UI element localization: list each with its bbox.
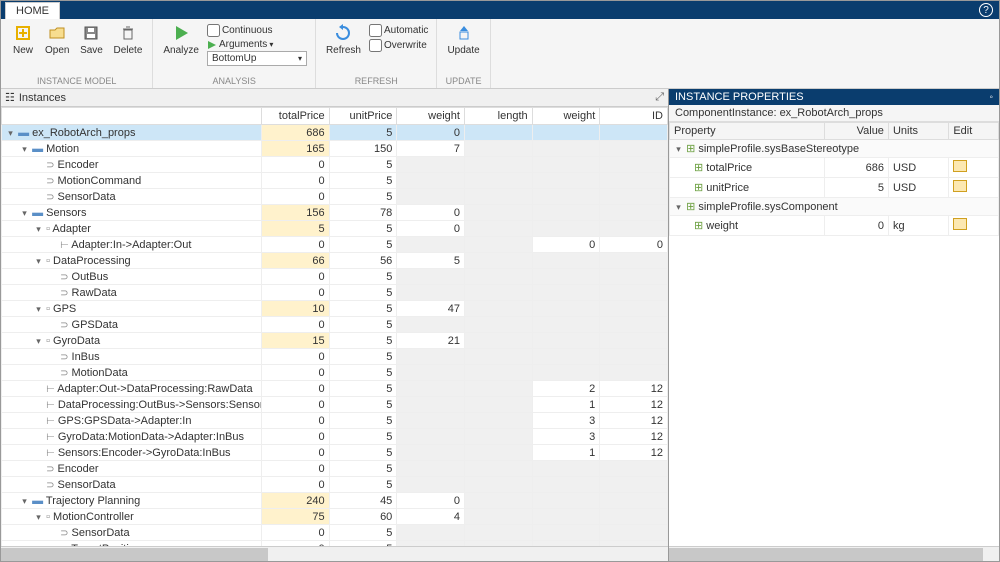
properties-close-icon[interactable]: ◦ xyxy=(989,92,993,103)
automatic-checkbox[interactable]: Automatic xyxy=(369,24,428,37)
edit-icon[interactable] xyxy=(953,160,967,172)
maximize-icon[interactable]: ⤢ xyxy=(655,91,664,104)
table-row[interactable]: ⊢ DataProcessing:OutBus->Sensors:SensorD… xyxy=(2,397,668,413)
table-row[interactable]: ⊢ GPS:GPSData->Adapter:In05312 xyxy=(2,413,668,429)
table-row[interactable]: ▾ ▫ MotionController75604 xyxy=(2,509,668,525)
property-row[interactable]: ⊞ weight0kg xyxy=(670,216,999,236)
table-row[interactable]: ⊃ SensorData05 xyxy=(2,477,668,493)
col-header[interactable]: weight xyxy=(532,108,600,125)
table-row[interactable]: ⊢ Sensors:Encoder->GyroData:InBus05112 xyxy=(2,445,668,461)
table-row[interactable]: ⊢ Adapter:In->Adapter:Out0500 xyxy=(2,237,668,253)
instances-title: Instances xyxy=(19,92,66,104)
table-row[interactable]: ⊃ OutBus05 xyxy=(2,269,668,285)
refresh-button[interactable]: Refresh xyxy=(322,21,365,58)
table-row[interactable]: ⊃ RawData05 xyxy=(2,285,668,301)
stereotype-row[interactable]: ▾ ⊞ simpleProfile.sysComponent xyxy=(670,198,999,216)
table-row[interactable]: ▾ ▫ GPS10547 xyxy=(2,301,668,317)
titlebar: HOME ? xyxy=(1,1,999,19)
refresh-group-label: REFRESH xyxy=(322,76,430,86)
analyze-button[interactable]: Analyze xyxy=(159,21,203,58)
arguments-button[interactable]: Arguments ▾ xyxy=(207,39,307,50)
table-row[interactable]: ⊃ InBus05 xyxy=(2,349,668,365)
properties-title: INSTANCE PROPERTIES xyxy=(675,91,804,103)
h-scrollbar[interactable] xyxy=(1,546,668,561)
col-header[interactable]: weight xyxy=(397,108,465,125)
instances-grid[interactable]: totalPriceunitPriceweightlengthweightID▾… xyxy=(1,107,668,546)
analysis-group-label: ANALYSIS xyxy=(159,76,309,86)
col-header[interactable]: length xyxy=(464,108,532,125)
table-row[interactable]: ⊃ MotionData05 xyxy=(2,365,668,381)
table-row[interactable]: ⊃ Encoder05 xyxy=(2,157,668,173)
table-row[interactable]: ⊃ SensorData05 xyxy=(2,525,668,541)
update-button[interactable]: Update xyxy=(443,21,483,58)
delete-button[interactable]: Delete xyxy=(109,21,146,58)
col-header[interactable]: totalPrice xyxy=(262,108,330,125)
table-row[interactable]: ▾ ▬ Sensors156780 xyxy=(2,205,668,221)
ribbon: New Open Save Delete INSTANCE MODEL Anal… xyxy=(1,19,999,89)
table-row[interactable]: ▾ ▫ DataProcessing66565 xyxy=(2,253,668,269)
table-row[interactable]: ▾ ▫ GyroData15521 xyxy=(2,333,668,349)
table-row[interactable]: ⊃ MotionCommand05 xyxy=(2,173,668,189)
edit-icon[interactable] xyxy=(953,180,967,192)
table-row[interactable]: ▾ ▬ ex_RobotArch_props68650 xyxy=(2,125,668,141)
direction-dropdown[interactable]: BottomUp▾ xyxy=(207,51,307,66)
property-row[interactable]: ⊞ totalPrice686USD xyxy=(670,158,999,178)
update-group-label: UPDATE xyxy=(443,76,483,86)
home-tab[interactable]: HOME xyxy=(5,2,60,19)
properties-panel: INSTANCE PROPERTIES ◦ ComponentInstance:… xyxy=(669,89,999,561)
table-row[interactable]: ▾ ▫ Adapter550 xyxy=(2,221,668,237)
continuous-checkbox[interactable]: Continuous xyxy=(207,24,307,37)
table-row[interactable]: ⊢ GyroData:MotionData->Adapter:InBus0531… xyxy=(2,429,668,445)
instances-panel: ☷ Instances ⤢ totalPriceunitPriceweightl… xyxy=(1,89,669,561)
help-icon[interactable]: ? xyxy=(979,3,993,17)
tree-icon: ☷ xyxy=(5,91,15,104)
col-header[interactable]: ID xyxy=(600,108,668,125)
table-row[interactable]: ▾ ▬ Trajectory Planning240450 xyxy=(2,493,668,509)
property-row[interactable]: ⊞ unitPrice5USD xyxy=(670,178,999,198)
edit-icon[interactable] xyxy=(953,218,967,230)
open-button[interactable]: Open xyxy=(41,21,73,58)
save-button[interactable]: Save xyxy=(75,21,107,58)
instance-model-group-label: INSTANCE MODEL xyxy=(7,76,146,86)
table-row[interactable]: ⊃ Encoder05 xyxy=(2,461,668,477)
props-h-scrollbar[interactable] xyxy=(669,546,999,561)
new-button[interactable]: New xyxy=(7,21,39,58)
stereotype-row[interactable]: ▾ ⊞ simpleProfile.sysBaseStereotype xyxy=(670,140,999,158)
col-header[interactable]: unitPrice xyxy=(329,108,397,125)
table-row[interactable]: ▾ ▬ Motion1651507 xyxy=(2,141,668,157)
table-row[interactable]: ⊢ Adapter:Out->DataProcessing:RawData052… xyxy=(2,381,668,397)
properties-subtitle: ComponentInstance: ex_RobotArch_props xyxy=(669,105,999,122)
overwrite-checkbox[interactable]: Overwrite xyxy=(369,39,428,52)
table-row[interactable]: ⊃ SensorData05 xyxy=(2,189,668,205)
table-row[interactable]: ⊃ GPSData05 xyxy=(2,317,668,333)
